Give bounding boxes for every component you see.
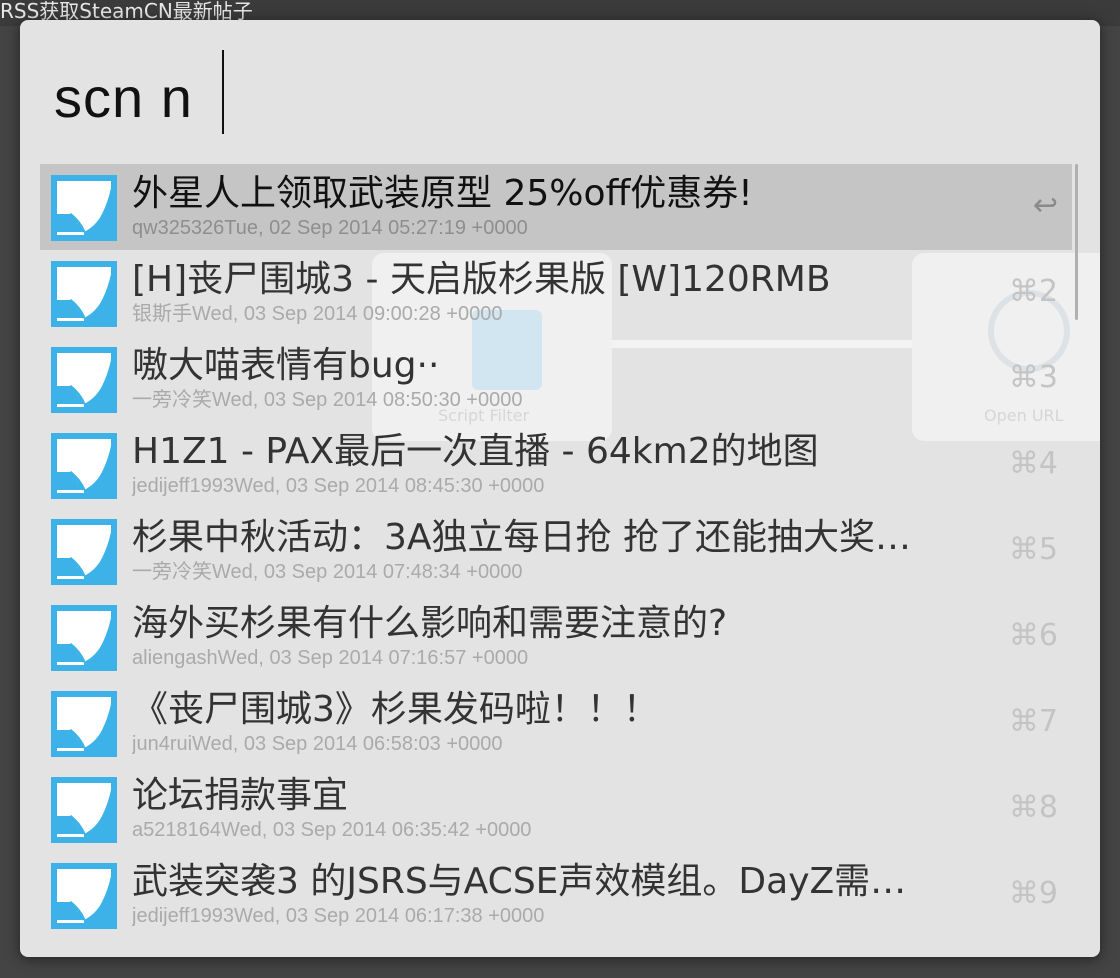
result-row[interactable]: 论坛捐款事宜 a5218164Wed, 03 Sep 2014 06:35:42 … [40, 766, 1072, 852]
rss-item-icon [51, 863, 117, 929]
cmd-shortcut: ⌘3 [1008, 360, 1058, 395]
rss-item-icon [51, 175, 117, 241]
result-title: 武装突袭3 的JSRS与ACSE声效模组。DayZ需… [132, 861, 907, 902]
launcher-panel: Script Filter Open URL scn n 外星人上领取武装原型 … [20, 20, 1100, 957]
rss-item-icon [51, 691, 117, 757]
rss-item-icon [51, 519, 117, 585]
results-list: 外星人上领取武装原型 25%off优惠券! qw325326Tue, 02 Sep… [40, 164, 1080, 944]
result-title: 海外买杉果有什么影响和需要注意的? [132, 603, 728, 644]
cmd-shortcut: ⌘8 [1008, 790, 1058, 825]
result-subtitle: jun4ruiWed, 03 Sep 2014 06:58:03 +0000 [132, 733, 503, 755]
result-title: 嗷大喵表情有bug·· [132, 345, 440, 386]
result-title: 杉果中秋活动：3A独立每日抢 抢了还能抽大奖… [132, 517, 911, 558]
result-row[interactable]: 海外买杉果有什么影响和需要注意的? aliengashWed, 03 Sep 20… [40, 594, 1072, 680]
results-scrollbar[interactable] [1075, 164, 1078, 320]
cmd-shortcut: ⌘5 [1008, 532, 1058, 567]
result-row[interactable]: 嗷大喵表情有bug·· 一旁冷笑Wed, 03 Sep 2014 08:50:30… [40, 336, 1072, 422]
search-input[interactable]: scn n [54, 58, 193, 138]
rss-item-icon [51, 261, 117, 327]
result-subtitle: 一旁冷笑Wed, 03 Sep 2014 08:50:30 +0000 [132, 389, 523, 411]
cmd-shortcut: ⌘7 [1008, 704, 1058, 739]
result-subtitle: qw325326Tue, 02 Sep 2014 05:27:19 +0000 [132, 217, 528, 239]
result-row[interactable]: 《丧尸围城3》杉果发码啦！！！ jun4ruiWed, 03 Sep 2014 0… [40, 680, 1072, 766]
result-subtitle: 一旁冷笑Wed, 03 Sep 2014 07:48:34 +0000 [132, 561, 523, 583]
result-subtitle: 银斯手Wed, 03 Sep 2014 09:00:28 +0000 [132, 303, 503, 325]
result-row[interactable]: 外星人上领取武装原型 25%off优惠券! qw325326Tue, 02 Sep… [40, 164, 1072, 250]
rss-item-icon [51, 433, 117, 499]
result-subtitle: jedijeff1993Wed, 03 Sep 2014 08:45:30 +0… [132, 475, 545, 497]
result-title: 外星人上领取武装原型 25%off优惠券! [132, 173, 753, 214]
cmd-shortcut: ⌘4 [1008, 446, 1058, 481]
cmd-shortcut: ⌘9 [1008, 876, 1058, 911]
result-subtitle: jedijeff1993Wed, 03 Sep 2014 06:17:38 +0… [132, 905, 545, 927]
cmd-shortcut: ⌘2 [1008, 274, 1058, 309]
result-subtitle: a5218164Wed, 03 Sep 2014 06:35:42 +0000 [132, 819, 532, 841]
result-title: 论坛捐款事宜 [132, 775, 349, 816]
result-row[interactable]: [H]丧尸围城3 - 天启版杉果版 [W]120RMB 银斯手Wed, 03 Se… [40, 250, 1072, 336]
result-title: [H]丧尸围城3 - 天启版杉果版 [W]120RMB [132, 259, 831, 300]
cmd-shortcut: ⌘6 [1008, 618, 1058, 653]
rss-item-icon [51, 605, 117, 671]
rss-item-icon [51, 347, 117, 413]
text-caret [222, 50, 224, 134]
result-subtitle: aliengashWed, 03 Sep 2014 07:16:57 +0000 [132, 647, 529, 669]
result-title: 《丧尸围城3》杉果发码啦！！！ [132, 689, 659, 730]
result-row[interactable]: 杉果中秋活动：3A独立每日抢 抢了还能抽大奖… 一旁冷笑Wed, 03 Sep 2… [40, 508, 1072, 594]
result-row[interactable]: 武装突袭3 的JSRS与ACSE声效模组。DayZ需… jedijeff1993W… [40, 852, 1072, 938]
result-title: H1Z1 - PAX最后一次直播 - 64km2的地图 [132, 431, 819, 472]
return-key-shortcut: ↩ [1032, 188, 1058, 223]
result-row[interactable]: H1Z1 - PAX最后一次直播 - 64km2的地图 jedijeff1993W… [40, 422, 1072, 508]
rss-item-icon [51, 777, 117, 843]
